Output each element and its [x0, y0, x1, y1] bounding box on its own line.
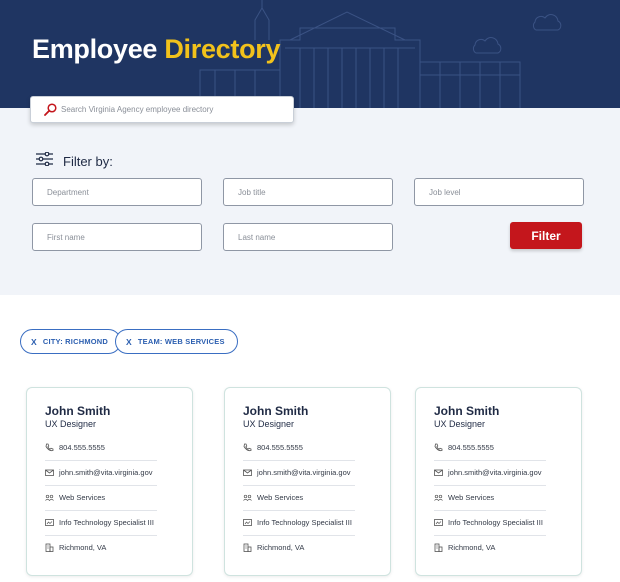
building-icon: [243, 543, 252, 552]
employee-card[interactable]: John Smith UX Designer 804.555.5555 john…: [26, 387, 193, 576]
employee-location: Richmond, VA: [59, 543, 107, 552]
last-name-field[interactable]: [223, 223, 393, 251]
search-icon: [39, 96, 61, 123]
first-name-field[interactable]: [32, 223, 202, 251]
phone-icon: [45, 443, 54, 452]
employee-team: Web Services: [59, 493, 106, 502]
employee-phone-row[interactable]: 804.555.5555: [434, 435, 546, 460]
envelope-icon: [434, 468, 443, 477]
employee-level-row: Info Technology Specialist III: [434, 510, 546, 535]
search-input[interactable]: [61, 105, 281, 114]
employee-email-row[interactable]: john.smith@vita.virginia.gov: [243, 460, 355, 485]
filter-heading-label: Filter by:: [63, 154, 113, 169]
employee-email: john.smith@vita.virginia.gov: [257, 468, 351, 477]
employee-location-row: Richmond, VA: [434, 535, 546, 560]
employee-phone: 804.555.5555: [257, 443, 303, 452]
employee-team-row: Web Services: [434, 485, 546, 510]
page-title-accent: Directory: [164, 34, 281, 64]
employee-card[interactable]: John Smith UX Designer 804.555.5555 john…: [415, 387, 582, 576]
chip-label: CITY: RICHMOND: [42, 337, 109, 346]
employee-level: Info Technology Specialist III: [59, 518, 154, 527]
filter-button[interactable]: Filter: [510, 222, 582, 249]
employee-phone: 804.555.5555: [59, 443, 105, 452]
employee-phone: 804.555.5555: [448, 443, 494, 452]
employee-level-row: Info Technology Specialist III: [45, 510, 157, 535]
employee-email-row[interactable]: john.smith@vita.virginia.gov: [434, 460, 546, 485]
job-level-field[interactable]: [414, 178, 584, 206]
building-icon: [434, 543, 443, 552]
page-title: Employee Directory: [32, 34, 281, 65]
page-title-main: Employee: [32, 34, 158, 64]
active-filter-chip-city[interactable]: X CITY: RICHMOND: [20, 329, 122, 354]
employee-level: Info Technology Specialist III: [257, 518, 352, 527]
job-title-field[interactable]: [223, 178, 393, 206]
sliders-icon: [36, 151, 53, 171]
employee-team-row: Web Services: [243, 485, 355, 510]
phone-icon: [243, 443, 252, 452]
chip-label: TEAM: WEB SERVICES: [137, 337, 225, 346]
employee-level: Info Technology Specialist III: [448, 518, 543, 527]
employee-team: Web Services: [257, 493, 304, 502]
envelope-icon: [243, 468, 252, 477]
department-field[interactable]: [32, 178, 202, 206]
employee-location-row: Richmond, VA: [45, 535, 157, 560]
employee-email-row[interactable]: john.smith@vita.virginia.gov: [45, 460, 157, 485]
id-card-icon: [243, 518, 252, 527]
employee-job-title: UX Designer: [434, 419, 486, 429]
building-icon: [45, 543, 54, 552]
search-bar[interactable]: [30, 96, 294, 123]
filter-panel: Filter by: Filter: [0, 108, 620, 295]
employee-name: John Smith: [45, 404, 111, 418]
employee-email: john.smith@vita.virginia.gov: [448, 468, 542, 477]
employee-job-title: UX Designer: [45, 419, 97, 429]
employee-location: Richmond, VA: [448, 543, 496, 552]
employee-name: John Smith: [243, 404, 309, 418]
people-icon: [434, 493, 443, 502]
employee-location-row: Richmond, VA: [243, 535, 355, 560]
envelope-icon: [45, 468, 54, 477]
remove-filter-icon[interactable]: X: [31, 337, 37, 347]
id-card-icon: [45, 518, 54, 527]
id-card-icon: [434, 518, 443, 527]
employee-location: Richmond, VA: [257, 543, 305, 552]
phone-icon: [434, 443, 443, 452]
employee-level-row: Info Technology Specialist III: [243, 510, 355, 535]
employee-phone-row[interactable]: 804.555.5555: [45, 435, 157, 460]
hero-banner: Employee Directory: [0, 0, 620, 108]
employee-email: john.smith@vita.virginia.gov: [59, 468, 153, 477]
employee-team-row: Web Services: [45, 485, 157, 510]
people-icon: [243, 493, 252, 502]
active-filter-chip-team[interactable]: X TEAM: WEB SERVICES: [115, 329, 238, 354]
employee-name: John Smith: [434, 404, 500, 418]
people-icon: [45, 493, 54, 502]
employee-job-title: UX Designer: [243, 419, 295, 429]
employee-team: Web Services: [448, 493, 495, 502]
filter-heading: Filter by:: [36, 151, 113, 171]
employee-phone-row[interactable]: 804.555.5555: [243, 435, 355, 460]
remove-filter-icon[interactable]: X: [126, 337, 132, 347]
employee-card[interactable]: John Smith UX Designer 804.555.5555 john…: [224, 387, 391, 576]
